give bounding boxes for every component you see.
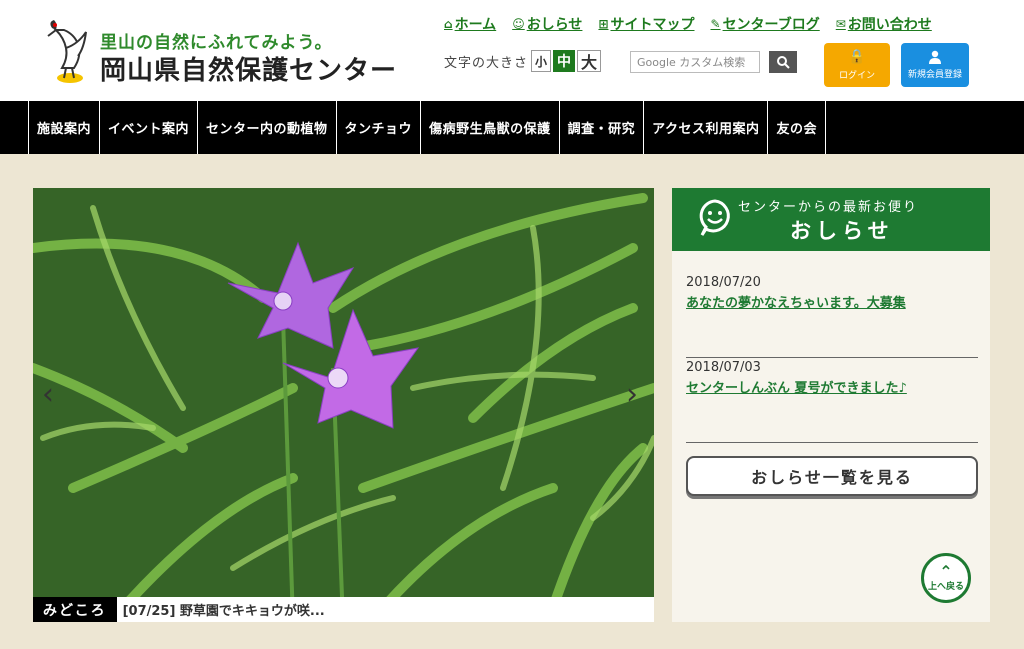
hero-slider[interactable]: [33, 188, 654, 622]
nav-item-facility[interactable]: 施設案内: [28, 101, 99, 154]
caption-tag: みどころ: [33, 597, 117, 622]
login-button[interactable]: 🔒 ログイン: [824, 43, 890, 87]
news-item: 2018/07/20 あなたの夢かなえちゃいます。大募集: [686, 275, 978, 358]
news-link[interactable]: センターしんぶん 夏号ができました♪: [686, 377, 978, 396]
global-nav: 施設案内 イベント案内 センター内の動植物 タンチョウ 傷病野生鳥獣の保護 調査…: [0, 101, 1024, 154]
site-logo[interactable]: 里山の自然にふれてみよう。 岡山県自然保護センター: [44, 18, 404, 88]
news-subtitle: センターからの最新お便り: [738, 200, 919, 215]
nav-item-events[interactable]: イベント案内: [99, 101, 197, 154]
news-title: おしらせ: [790, 219, 894, 243]
nav-item-research[interactable]: 調査・研究: [558, 101, 644, 154]
search-input[interactable]: Google カスタム検索: [630, 51, 760, 73]
register-button[interactable]: 新規会員登録: [901, 43, 969, 87]
news-link-label: おしらせ: [526, 17, 583, 33]
contact-link-label: お問い合わせ: [847, 17, 932, 33]
smile-icon: ☺: [512, 17, 525, 31]
sitemap-link[interactable]: ⊞ サイトマップ: [598, 14, 694, 34]
bellflower-photo: [33, 188, 654, 622]
home-link[interactable]: ⌂ ホーム: [444, 14, 496, 34]
home-icon: ⌂: [444, 17, 453, 31]
pencil-icon: ✎: [710, 17, 721, 31]
slider-prev-arrow[interactable]: ‹: [42, 380, 62, 410]
blog-link-label: センターブログ: [722, 17, 820, 33]
nav-item-wildlife[interactable]: センター内の動植物: [197, 101, 336, 154]
blog-link[interactable]: ✎ センターブログ: [711, 14, 820, 34]
news-link[interactable]: あなたの夢かなえちゃいます。大募集: [686, 292, 978, 311]
caption-link[interactable]: [07/25] 野草園でキキョウが咲...: [123, 600, 325, 619]
crane-icon: [47, 20, 87, 83]
font-size-label: 文字の大きさ: [444, 55, 529, 71]
news-item: 2018/07/03 センターしんぶん 夏号ができました♪: [686, 360, 978, 443]
back-to-top-button[interactable]: ⌃ 上へ戻る: [921, 553, 971, 603]
nav-item-crane[interactable]: タンチョウ: [335, 101, 421, 154]
news-list: 2018/07/20 あなたの夢かなえちゃいます。大募集 2018/07/03 …: [686, 273, 978, 443]
site-header: 里山の自然にふれてみよう。 岡山県自然保護センター ⌂ ホーム ☺ おしらせ ⊞…: [0, 0, 1024, 101]
news-link[interactable]: ☺ おしらせ: [512, 14, 582, 34]
font-size-switcher: 文字の大きさ 小 中 大: [444, 50, 603, 72]
mail-icon: ✉: [835, 17, 846, 31]
user-icon: [929, 50, 941, 64]
sitemap-icon: ⊞: [598, 17, 609, 31]
font-size-small-button[interactable]: 小: [531, 50, 552, 72]
nav-item-friends[interactable]: 友の会: [767, 101, 826, 154]
smile-icon: [699, 199, 730, 236]
search-icon: [777, 56, 790, 69]
slider-caption: みどころ [07/25] 野草園でキキョウが咲...: [33, 597, 654, 622]
search-button[interactable]: [769, 51, 797, 73]
utility-links: ⌂ ホーム ☺ おしらせ ⊞ サイトマップ ✎ センターブログ ✉ お問い合わせ: [444, 14, 948, 34]
font-size-large-button[interactable]: 大: [577, 50, 602, 72]
sitemap-link-label: サイトマップ: [610, 17, 695, 33]
news-list-button[interactable]: おしらせ一覧を見る: [686, 456, 978, 496]
register-button-label: 新規会員登録: [907, 70, 962, 80]
contact-link[interactable]: ✉ お問い合わせ: [836, 14, 932, 34]
nav-item-rescue[interactable]: 傷病野生鳥獣の保護: [420, 101, 559, 154]
news-header: センターからの最新お便り おしらせ: [672, 188, 990, 251]
news-date: 2018/07/03: [686, 360, 761, 375]
news-date: 2018/07/20: [686, 275, 761, 290]
slider-next-arrow[interactable]: ›: [626, 380, 646, 410]
login-button-label: ログイン: [838, 71, 875, 81]
back-to-top-label: 上へ戻る: [927, 581, 964, 592]
home-link-label: ホーム: [454, 17, 497, 33]
site-name: 岡山県自然保護センター: [100, 56, 398, 86]
font-size-medium-button[interactable]: 中: [553, 50, 576, 72]
lock-icon: 🔒: [848, 49, 866, 65]
nav-item-access[interactable]: アクセス利用案内: [643, 101, 767, 154]
chevron-up-icon: ⌃: [939, 561, 953, 581]
